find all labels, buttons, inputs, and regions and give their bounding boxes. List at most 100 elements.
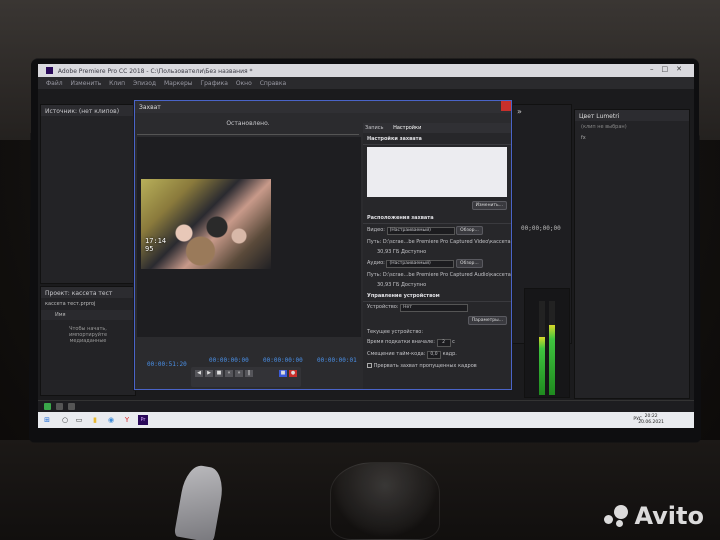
offset-label: Смещение тайм-кода: <box>367 351 426 357</box>
stop-icon[interactable]: ■ <box>215 370 223 377</box>
record-icon[interactable]: ● <box>289 370 297 377</box>
file-explorer-icon[interactable]: ▮ <box>90 415 100 425</box>
video-free-space: 30,93 ГБ Доступно <box>377 249 427 255</box>
tab-settings[interactable]: Настройки <box>393 125 421 131</box>
video-label: Видео: <box>367 227 385 233</box>
device-label: Устройство: <box>367 304 399 310</box>
menu-clip[interactable]: Клип <box>109 80 125 87</box>
video-browse-button[interactable]: Обзор... <box>456 226 483 235</box>
window-controls[interactable]: –□✕ <box>650 65 690 73</box>
menu-graphics[interactable]: Графика <box>200 80 227 87</box>
windows-start-icon[interactable]: ⊞ <box>42 415 52 425</box>
taskbar-date: 20.06.2021 <box>638 420 664 425</box>
play-icon[interactable]: ▶ <box>205 370 213 377</box>
abort-checkbox[interactable] <box>367 363 372 368</box>
menu-bar: Файл Изменить Клип Эпизод Маркеры График… <box>38 77 694 89</box>
video-location-select[interactable]: (Настраиваемый) <box>386 227 455 235</box>
premiere-taskbar-icon[interactable]: Pr <box>138 415 148 425</box>
status-icon-2[interactable] <box>56 403 63 410</box>
menu-edit[interactable]: Изменить <box>71 80 102 87</box>
chrome-icon[interactable]: ◉ <box>106 415 116 425</box>
avito-logo-icon <box>604 505 630 527</box>
audio-location-select[interactable]: (Настраиваемый) <box>386 260 455 268</box>
program-timecode: 00;00;00;00 <box>521 225 561 232</box>
windows-taskbar: ⊞ ○ ▭ ▮ ◉ Y Pr РУС 20:22 20.06.2021 <box>38 412 694 428</box>
transport-controls: ◀ ▶ ■ « » ‖ ■ ● <box>191 367 301 387</box>
preroll-input[interactable]: 2 <box>436 339 451 347</box>
project-file: кассета тест.prproj <box>45 301 96 307</box>
timecode-duration[interactable]: 00:00:00:01 <box>317 357 357 364</box>
close-icon[interactable] <box>501 101 511 111</box>
timecode-in[interactable]: 00:00:00:00 <box>209 357 249 364</box>
search-icon[interactable]: ○ <box>60 415 70 425</box>
device-select[interactable]: Нет <box>400 304 469 312</box>
audio-browse-button[interactable]: Обзор... <box>456 259 483 268</box>
video-path: Путь: D:\scrae...be Premiere Pro Capture… <box>367 239 511 245</box>
avito-text: Avito <box>634 502 704 530</box>
current-device-label: Текущее устройство: <box>367 329 424 335</box>
tab-logging[interactable]: Запись <box>365 125 383 131</box>
audio-meter-right-fill <box>549 325 555 395</box>
status-icon-3[interactable] <box>68 403 75 410</box>
change-button[interactable]: Изменить... <box>471 201 507 210</box>
lumetri-panel: Цвет Lumetri (клип не выбран) fx <box>574 109 690 399</box>
project-empty-hint: Чтобы начать, импортируйте медиаданные <box>68 326 108 344</box>
menu-help[interactable]: Справка <box>260 80 286 87</box>
stop-record-icon[interactable]: ■ <box>279 370 287 377</box>
capture-settings-pane: Запись Настройки Настройки захвата Измен… <box>363 123 511 389</box>
premiere-logo-icon <box>46 67 53 74</box>
menu-file[interactable]: Файл <box>46 80 63 87</box>
app-title: Adobe Premiere Pro CC 2018 - C:\Пользова… <box>57 68 253 75</box>
source-panel: Источник: (нет клипов) <box>40 104 136 284</box>
audio-free-space: 30,93 ГБ Доступно <box>377 282 427 288</box>
lumetri-title[interactable]: Цвет Lumetri <box>575 110 689 121</box>
audio-label: Аудио: <box>367 260 385 266</box>
device-control-title: Управление устройством <box>363 290 511 302</box>
menu-window[interactable]: Окно <box>236 80 252 87</box>
rewind-icon[interactable]: « <box>225 370 233 377</box>
audio-meter-left-fill <box>539 336 545 395</box>
avito-watermark: Avito <box>604 502 704 530</box>
offset-input[interactable]: 0,0 <box>427 351 441 359</box>
source-panel-tab[interactable]: Источник: (нет клипов) <box>41 105 135 116</box>
menu-sequence[interactable]: Эпизод <box>133 80 156 87</box>
step-back-icon[interactable]: ◀ <box>195 370 203 377</box>
locations-title: Расположения захвата <box>363 212 511 224</box>
capture-settings-title: Настройки захвата <box>363 133 511 145</box>
expand-panels-icon[interactable]: » <box>513 105 571 118</box>
timecode-current[interactable]: 00:00:51:20 <box>147 361 187 368</box>
fast-forward-icon[interactable]: » <box>235 370 243 377</box>
video-people <box>151 209 261 269</box>
status-icon[interactable] <box>44 403 51 410</box>
audio-meter-panel <box>524 288 570 398</box>
timecode-out[interactable]: 00:00:00:00 <box>263 357 303 364</box>
preroll-label: Время подкатки вначале: <box>367 339 435 345</box>
menu-markers[interactable]: Маркеры <box>164 80 193 87</box>
project-panel-tab[interactable]: Проект: кассета тест <box>41 287 135 298</box>
yandex-browser-icon[interactable]: Y <box>122 415 132 425</box>
project-column-name[interactable]: Имя <box>41 310 135 320</box>
capture-status: Остановлено. <box>137 115 359 135</box>
pause-icon[interactable]: ‖ <box>245 370 253 377</box>
capture-title: Захват <box>135 101 511 113</box>
audio-meter-right <box>549 301 555 395</box>
abort-label: Прервать захват пропущенных кадров <box>373 363 477 369</box>
capture-window: Захват Остановлено. 17:14 95 00:00:51:20… <box>134 100 512 390</box>
audio-path: Путь: D:\scrae...be Premiere Pro Capture… <box>367 272 511 278</box>
photo-scene: Adobe Premiere Pro CC 2018 - C:\Пользова… <box>0 0 720 540</box>
project-panel: Проект: кассета тест кассета тест.prproj… <box>40 286 136 396</box>
fx-icon[interactable]: fx <box>575 133 689 143</box>
task-view-icon[interactable]: ▭ <box>74 415 84 425</box>
capture-preview-frame: 17:14 95 <box>141 179 271 269</box>
settings-tabs: Запись Настройки <box>363 123 511 133</box>
glass-mug <box>330 462 440 540</box>
audio-meter-left <box>539 301 545 395</box>
lumetri-no-clip: (клип не выбран) <box>581 124 627 130</box>
premiere-status-bar <box>38 400 694 412</box>
params-button[interactable]: Параметры... <box>467 316 507 325</box>
capture-settings-box <box>367 147 507 197</box>
app-titlebar: Adobe Premiere Pro CC 2018 - C:\Пользова… <box>38 64 694 77</box>
video-date-stamp: 17:14 95 <box>145 237 167 253</box>
preroll-unit: с <box>452 339 455 345</box>
taskbar-clock[interactable]: 20:22 20.06.2021 <box>638 414 664 426</box>
